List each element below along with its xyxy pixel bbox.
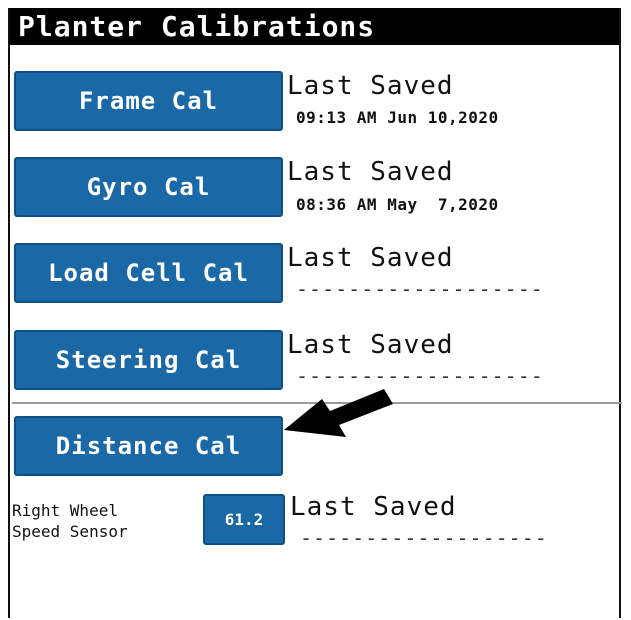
sensor-label-line1: Right Wheel [12, 501, 118, 520]
right-wheel-speed-sensor-label: Right Wheel Speed Sensor [12, 500, 128, 542]
speed-sensor-value-button[interactable]: 61.2 [203, 494, 285, 545]
distance-cal-last-saved-value: ------------------- [300, 526, 548, 550]
distance-cal-last-saved-label: Last Saved [290, 492, 457, 522]
sensor-label-line2: Speed Sensor [12, 522, 128, 541]
